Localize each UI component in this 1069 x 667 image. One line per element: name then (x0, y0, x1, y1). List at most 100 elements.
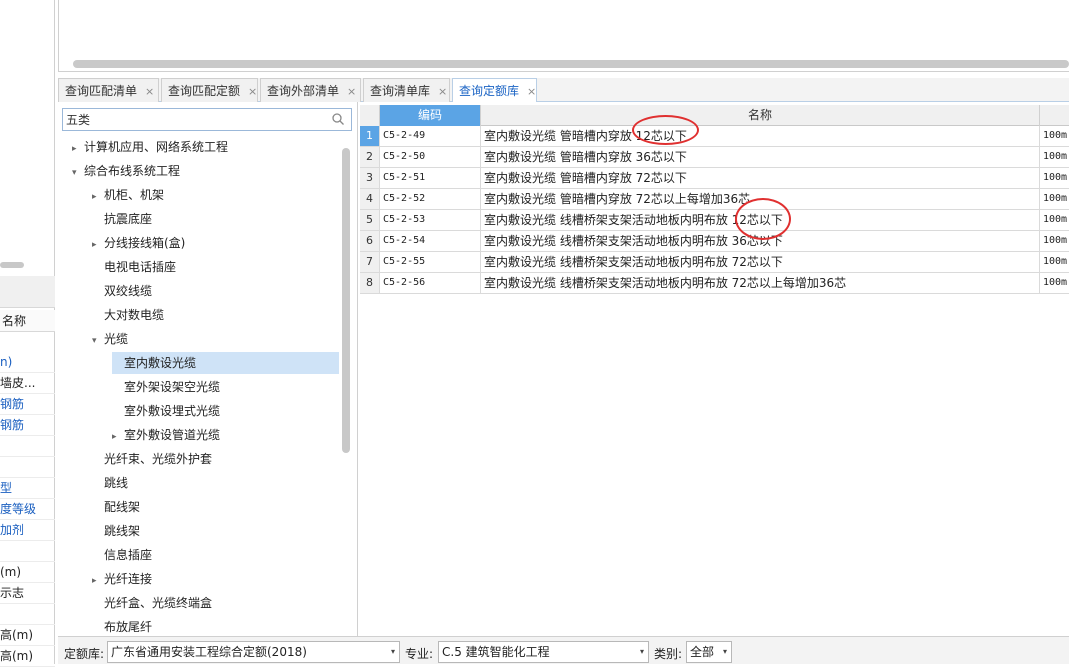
quota-unit-cell[interactable]: 100m (1040, 252, 1069, 272)
row-number[interactable]: 7 (360, 252, 380, 272)
tree-node[interactable]: ▸ 分线接线箱(盒) (92, 232, 185, 254)
tree-node[interactable]: ▾ 综合布线系统工程 (72, 160, 180, 182)
left-panel-row[interactable]: 度等级 (0, 499, 55, 520)
search-input[interactable] (66, 111, 326, 128)
table-row[interactable]: 6 C5-2-54 室内敷设光缆 线槽桥架支架活动地板内明布放 36芯以下 100m (360, 231, 1069, 252)
table-row[interactable]: 7 C5-2-55 室内敷设光缆 线槽桥架支架活动地板内明布放 72芯以下 100m (360, 252, 1069, 273)
quota-name-cell[interactable]: 室内敷设光缆 管暗槽内穿放 72芯以下 (481, 168, 1040, 188)
close-icon[interactable]: × (248, 85, 257, 98)
quota-unit-cell[interactable]: 100m (1040, 168, 1069, 188)
table-row[interactable]: 2 C5-2-50 室内敷设光缆 管暗槽内穿放 36芯以下 100m (360, 147, 1069, 168)
quota-code-cell[interactable]: C5-2-55 (380, 252, 481, 272)
row-number[interactable]: 1 (360, 126, 380, 146)
tree-node[interactable]: 布放尾纤 (92, 616, 152, 638)
tree-node[interactable]: 室外架设架空光缆 (112, 376, 220, 398)
tree-node[interactable]: 信息插座 (92, 544, 152, 566)
category-select[interactable]: 全部 ▾ (686, 641, 732, 663)
collapsed-arrow-icon[interactable]: ▸ (72, 138, 84, 160)
horizontal-scrollbar[interactable] (73, 60, 1069, 68)
quota-code-cell[interactable]: C5-2-51 (380, 168, 481, 188)
tree-node[interactable]: 跳线 (92, 472, 128, 494)
row-number[interactable]: 6 (360, 231, 380, 251)
row-number[interactable]: 8 (360, 273, 380, 293)
collapsed-arrow-icon[interactable]: ▸ (92, 570, 104, 592)
tree-node[interactable]: ▸ 光纤连接 (92, 568, 152, 590)
major-select[interactable]: C.5 建筑智能化工程 ▾ (438, 641, 649, 663)
left-panel-row[interactable]: 墙皮... (0, 373, 55, 394)
left-panel-row[interactable] (0, 436, 55, 457)
tab-5[interactable]: 查询定额库 × (452, 78, 537, 103)
tree-scrollbar[interactable] (342, 148, 350, 453)
column-header-code[interactable]: 编码 (380, 105, 481, 126)
table-row[interactable]: 5 C5-2-53 室内敷设光缆 线槽桥架支架活动地板内明布放 12芯以下 100m (360, 210, 1069, 231)
quota-code-cell[interactable]: C5-2-49 (380, 126, 481, 146)
left-panel-row[interactable] (0, 541, 55, 562)
tree-node[interactable]: 室外敷设埋式光缆 (112, 400, 220, 422)
tree-node[interactable]: 跳线架 (92, 520, 140, 542)
tree-node[interactable]: 光纤束、光缆外护套 (92, 448, 212, 470)
quota-db-select[interactable]: 广东省通用安装工程综合定额(2018) ▾ (107, 641, 400, 663)
tree-node[interactable]: 光纤盒、光缆终端盒 (92, 592, 212, 614)
tree-node[interactable]: ▸ 室外敷设管道光缆 (112, 424, 220, 446)
tree-node[interactable]: ▸ 计算机应用、网络系统工程 (72, 136, 228, 158)
tree-node[interactable]: 配线架 (92, 496, 140, 518)
left-panel-row[interactable]: 钢筋 (0, 415, 55, 436)
search-box[interactable] (62, 108, 352, 131)
quota-code-cell[interactable]: C5-2-53 (380, 210, 481, 230)
row-number[interactable]: 4 (360, 189, 380, 209)
left-panel-row[interactable]: (m) (0, 562, 55, 583)
row-number[interactable]: 2 (360, 147, 380, 167)
left-panel-row[interactable]: 示志 (0, 583, 55, 604)
quota-code-cell[interactable]: C5-2-52 (380, 189, 481, 209)
tree-node[interactable]: 抗震底座 (92, 208, 152, 230)
tree-node[interactable]: ▾ 光缆 (92, 328, 128, 350)
quota-name-cell[interactable]: 室内敷设光缆 线槽桥架支架活动地板内明布放 72芯以上每增加36芯 (481, 273, 1040, 293)
quota-unit-cell[interactable]: 100m (1040, 126, 1069, 146)
tab-2[interactable]: 查询匹配定额 × (161, 78, 258, 102)
close-icon[interactable]: × (347, 85, 356, 98)
quota-unit-cell[interactable]: 100m (1040, 231, 1069, 251)
left-panel-row[interactable]: 加剂 (0, 520, 55, 541)
row-number[interactable]: 5 (360, 210, 380, 230)
row-number[interactable]: 3 (360, 168, 380, 188)
column-header-name[interactable]: 名称 (481, 105, 1040, 126)
quota-unit-cell[interactable]: 100m (1040, 189, 1069, 209)
quota-unit-cell[interactable]: 100m (1040, 210, 1069, 230)
search-icon[interactable] (331, 112, 345, 126)
close-icon[interactable]: × (145, 85, 154, 98)
quota-name-cell[interactable]: 室内敷设光缆 管暗槽内穿放 36芯以下 (481, 147, 1040, 167)
left-panel-row[interactable]: 钢筋 (0, 394, 55, 415)
collapsed-arrow-icon[interactable]: ▸ (112, 426, 124, 448)
table-row[interactable]: 4 C5-2-52 室内敷设光缆 管暗槽内穿放 72芯以上每增加36芯 100m (360, 189, 1069, 210)
collapsed-arrow-icon[interactable]: ▸ (92, 234, 104, 256)
tree-node[interactable]: 大对数电缆 (92, 304, 164, 326)
quota-code-cell[interactable]: C5-2-56 (380, 273, 481, 293)
column-header-unit[interactable] (1040, 105, 1069, 126)
quota-unit-cell[interactable]: 100m (1040, 147, 1069, 167)
quota-code-cell[interactable]: C5-2-50 (380, 147, 481, 167)
left-panel-scrollbar[interactable] (0, 262, 24, 268)
tree-node[interactable]: 室内敷设光缆 (112, 352, 339, 374)
collapsed-arrow-icon[interactable]: ▸ (92, 186, 104, 208)
close-icon[interactable]: × (438, 85, 447, 98)
table-row[interactable]: 3 C5-2-51 室内敷设光缆 管暗槽内穿放 72芯以下 100m (360, 168, 1069, 189)
quota-unit-cell[interactable]: 100m (1040, 273, 1069, 293)
expanded-arrow-icon[interactable]: ▾ (92, 330, 104, 352)
left-panel-row[interactable]: n) (0, 352, 55, 373)
table-row[interactable]: 8 C5-2-56 室内敷设光缆 线槽桥架支架活动地板内明布放 72芯以上每增加36… (360, 273, 1069, 294)
left-panel-row[interactable] (0, 457, 55, 478)
expanded-arrow-icon[interactable]: ▾ (72, 162, 84, 184)
quota-name-cell[interactable]: 室内敷设光缆 线槽桥架支架活动地板内明布放 72芯以下 (481, 252, 1040, 272)
quota-code-cell[interactable]: C5-2-54 (380, 231, 481, 251)
tab-4[interactable]: 查询清单库 × (363, 78, 450, 102)
tab-3[interactable]: 查询外部清单 × (260, 78, 361, 102)
left-panel-row[interactable]: 型 (0, 478, 55, 499)
left-panel-row[interactable] (0, 604, 55, 625)
tree-node[interactable]: 电视电话插座 (92, 256, 176, 278)
close-icon[interactable]: × (527, 85, 536, 98)
tree-node[interactable]: ▸ 机柜、机架 (92, 184, 164, 206)
left-panel-row[interactable]: 高(m) (0, 625, 55, 646)
quota-name-cell[interactable]: 室内敷设光缆 管暗槽内穿放 12芯以下 (481, 126, 1040, 146)
tab-1[interactable]: 查询匹配清单 × (58, 78, 159, 102)
table-row[interactable]: 1 C5-2-49 室内敷设光缆 管暗槽内穿放 12芯以下 100m (360, 126, 1069, 147)
